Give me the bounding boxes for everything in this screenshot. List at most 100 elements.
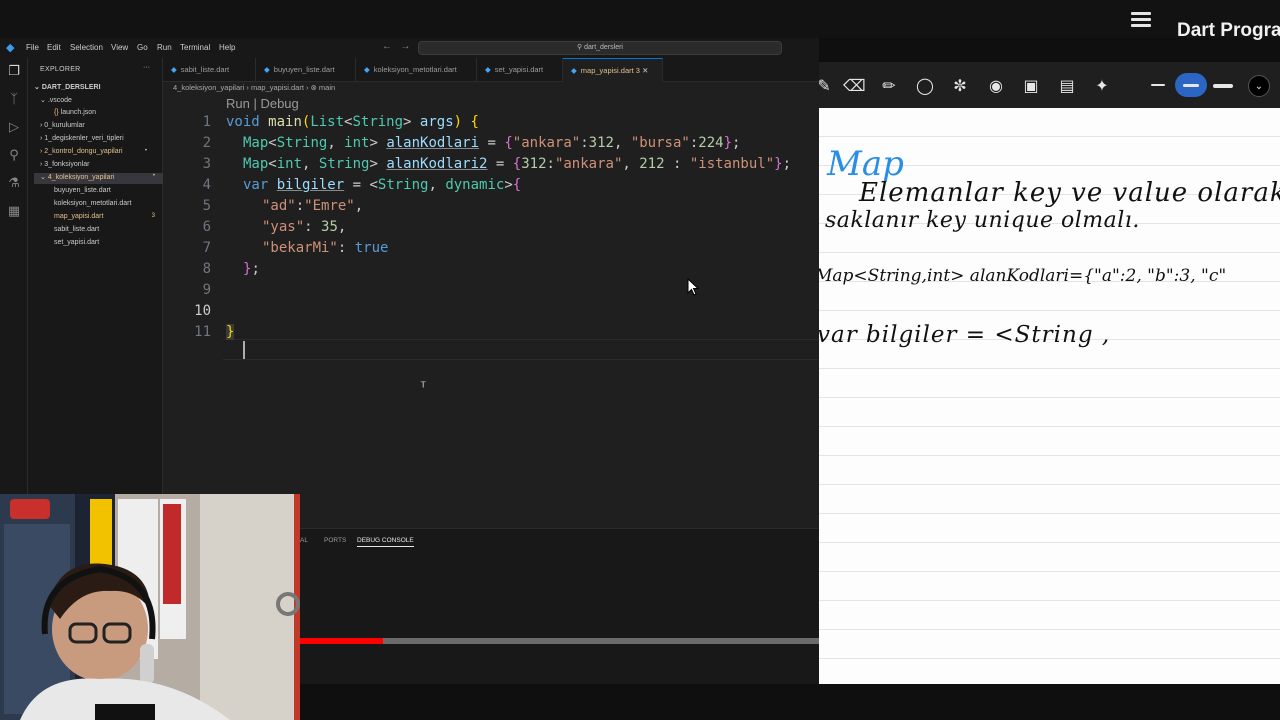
link-icon[interactable]: ✦ (1091, 75, 1113, 97)
close-tab-icon[interactable]: ✕ (642, 66, 648, 75)
color-picker-icon[interactable]: ⌄ (1248, 75, 1270, 97)
tree-file[interactable]: buyuyen_liste.dart (54, 187, 111, 194)
tab-buyuyen-liste[interactable]: ◆ buyuyen_liste.dart (256, 58, 356, 82)
tree-folder[interactable]: › 2_kontrol_dongu_yapilari • (40, 148, 155, 155)
tab-map-yapisi[interactable]: ◆ map_yapisi.dart 3 ✕ (563, 58, 663, 82)
note-line-2: saklanır key unique olmalı. (825, 208, 1140, 233)
line-number: 3 (202, 156, 211, 172)
code-line-2: Map<String, int> alanKodlari = {"ankara"… (243, 135, 741, 151)
modified-badge: • (152, 173, 155, 179)
video-title: Dart Progra (1177, 20, 1280, 41)
code-line-3: Map<int, String> alanKodlari2 = {312:"an… (243, 156, 792, 172)
bottom-panel: AL PORTS DEBUG CONSOLE (300, 528, 819, 684)
thin-stroke-icon[interactable] (1151, 84, 1165, 86)
nav-arrows-icon[interactable]: ← → (382, 41, 410, 52)
dart-file-icon: ◆ (364, 65, 370, 74)
run-debug-icon[interactable]: ▷ (6, 120, 22, 136)
tree-file-active[interactable]: map_yapisi.dart 3 (54, 213, 155, 220)
explorer-title: EXPLORER (40, 66, 81, 73)
menu-terminal[interactable]: Terminal (180, 43, 210, 52)
tab-debug-console[interactable]: DEBUG CONSOLE (357, 537, 414, 547)
extensions-icon[interactable]: ▦ (6, 204, 22, 220)
dart-file-icon: ◆ (485, 65, 491, 74)
shapes-icon[interactable]: ◯ (914, 75, 936, 97)
tree-file[interactable]: set_yapisi.dart (54, 239, 99, 246)
tree-folder[interactable]: › 0_kurulumlar (40, 122, 85, 129)
breadcrumb[interactable]: 4_koleksiyon_yapilari › map_yapisi.dart … (173, 83, 335, 92)
line-number: 9 (202, 282, 211, 298)
code-line-6: "yas": 35, (262, 219, 347, 235)
dart-file-icon: ◆ (171, 65, 177, 74)
video-progress-bar[interactable] (300, 638, 819, 644)
menu-go[interactable]: Go (137, 43, 148, 52)
code-line-8: }; (243, 261, 260, 277)
title-bar: ◆ File Edit Selection View Go Run Termin… (0, 38, 819, 58)
files-icon[interactable]: ❐ (6, 64, 22, 80)
problems-badge: 3 (151, 213, 155, 219)
code-line-11: } (226, 324, 235, 340)
lasso-icon[interactable]: ✼ (949, 75, 971, 97)
line-number: 8 (202, 261, 211, 277)
tree-folder[interactable]: › 3_fonksiyonlar (40, 161, 89, 168)
tab-sabit-liste[interactable]: ◆ sabit_liste.dart (163, 58, 256, 82)
text-cursor-icon: ᵀ (419, 380, 428, 396)
line-number: 7 (202, 240, 211, 256)
search-icon[interactable]: ⚲ (6, 148, 22, 164)
lined-paper[interactable]: Map Elemanlar key ve value olarak saklan… (819, 108, 1280, 684)
text-icon[interactable]: ▤ (1056, 75, 1078, 97)
menu-edit[interactable]: Edit (47, 43, 61, 52)
code-line-1: void main(List<String> args) { (226, 114, 479, 130)
tree-file[interactable]: koleksiyon_metotlari.dart (54, 200, 131, 207)
highlighter-icon[interactable]: ✏ (878, 75, 900, 97)
command-center-text: dart_dersleri (584, 44, 623, 51)
testing-icon[interactable]: ⚗ (6, 176, 22, 192)
modified-badge: • (144, 148, 147, 154)
thick-stroke-icon[interactable] (1213, 84, 1233, 88)
command-center[interactable]: ⚲ dart_dersleri (418, 41, 782, 55)
menu-help[interactable]: Help (219, 43, 235, 52)
menu-view[interactable]: View (111, 43, 128, 52)
menu-icon[interactable] (1128, 6, 1158, 30)
eraser-icon[interactable]: ⌫ (843, 75, 866, 97)
menu-file[interactable]: File (26, 43, 39, 52)
view-icon[interactable]: ◉ (985, 75, 1007, 97)
code-line-5: "ad":"Emre", (262, 198, 364, 214)
note-line-4: var bilgiler = <String , (819, 322, 1111, 348)
text-caret (243, 341, 245, 359)
image-icon[interactable]: ▣ (1020, 75, 1042, 97)
line-number: 6 (202, 219, 211, 235)
code-line-7: "bekarMi": true (262, 240, 389, 256)
video-top-bar: Dart Progra (0, 0, 1280, 41)
webcam-image (0, 494, 300, 720)
menu-run[interactable]: Run (157, 43, 172, 52)
editor-tabs: ◆ sabit_liste.dart ◆ buyuyen_liste.dart ◆ k… (163, 58, 819, 82)
whiteboard-toolbar: ✎ ⌫ ✏ ◯ ✼ ◉ ▣ ▤ ✦ ⌄ (819, 62, 1280, 108)
vscode-logo-icon: ◆ (6, 42, 15, 54)
tab-terminal[interactable]: AL (300, 537, 308, 544)
note-line-1: Elemanlar key ve value olarak (859, 178, 1280, 208)
pen-icon[interactable]: ✎ (819, 75, 835, 97)
dart-file-icon: ◆ (571, 66, 577, 75)
tree-file[interactable]: sabit_liste.dart (54, 226, 99, 233)
tab-ports[interactable]: PORTS (324, 537, 346, 544)
tab-koleksiyon-metotlari[interactable]: ◆ koleksiyon_metotlari.dart (356, 58, 477, 82)
source-control-icon[interactable]: ᛉ (6, 92, 22, 108)
code-editor[interactable]: Run | Debug 1 2 3 4 5 6 7 8 9 10 11 void… (163, 94, 819, 534)
whiteboard-panel: ✎ ⌫ ✏ ◯ ✼ ◉ ▣ ▤ ✦ ⌄ Map Elemanlar key ve… (819, 62, 1280, 684)
tree-folder-selected[interactable]: ⌄ 4_koleksiyon_yapilari • (34, 173, 163, 184)
code-line-4: var bilgiler = <String, dynamic>{ (243, 177, 522, 193)
webcam-video (0, 494, 300, 720)
line-number: 4 (202, 177, 211, 193)
tab-set-yapisi[interactable]: ◆ set_yapisi.dart (477, 58, 563, 82)
tree-folder[interactable]: ⌄ .vscode (40, 96, 72, 104)
tree-folder[interactable]: › 1_degiskenler_veri_tipleri (40, 135, 124, 142)
current-line-highlight (223, 339, 819, 360)
dart-file-icon: ◆ (264, 65, 270, 74)
tree-file[interactable]: {} launch.json (54, 109, 96, 116)
line-number: 11 (194, 324, 211, 340)
menu-selection[interactable]: Selection (70, 43, 103, 52)
tree-root[interactable]: ⌄ DART_DERSLERI (34, 83, 101, 91)
more-icon[interactable]: ··· (143, 64, 150, 71)
line-number: 10 (194, 303, 211, 319)
codelens-run-debug[interactable]: Run | Debug (226, 96, 299, 111)
